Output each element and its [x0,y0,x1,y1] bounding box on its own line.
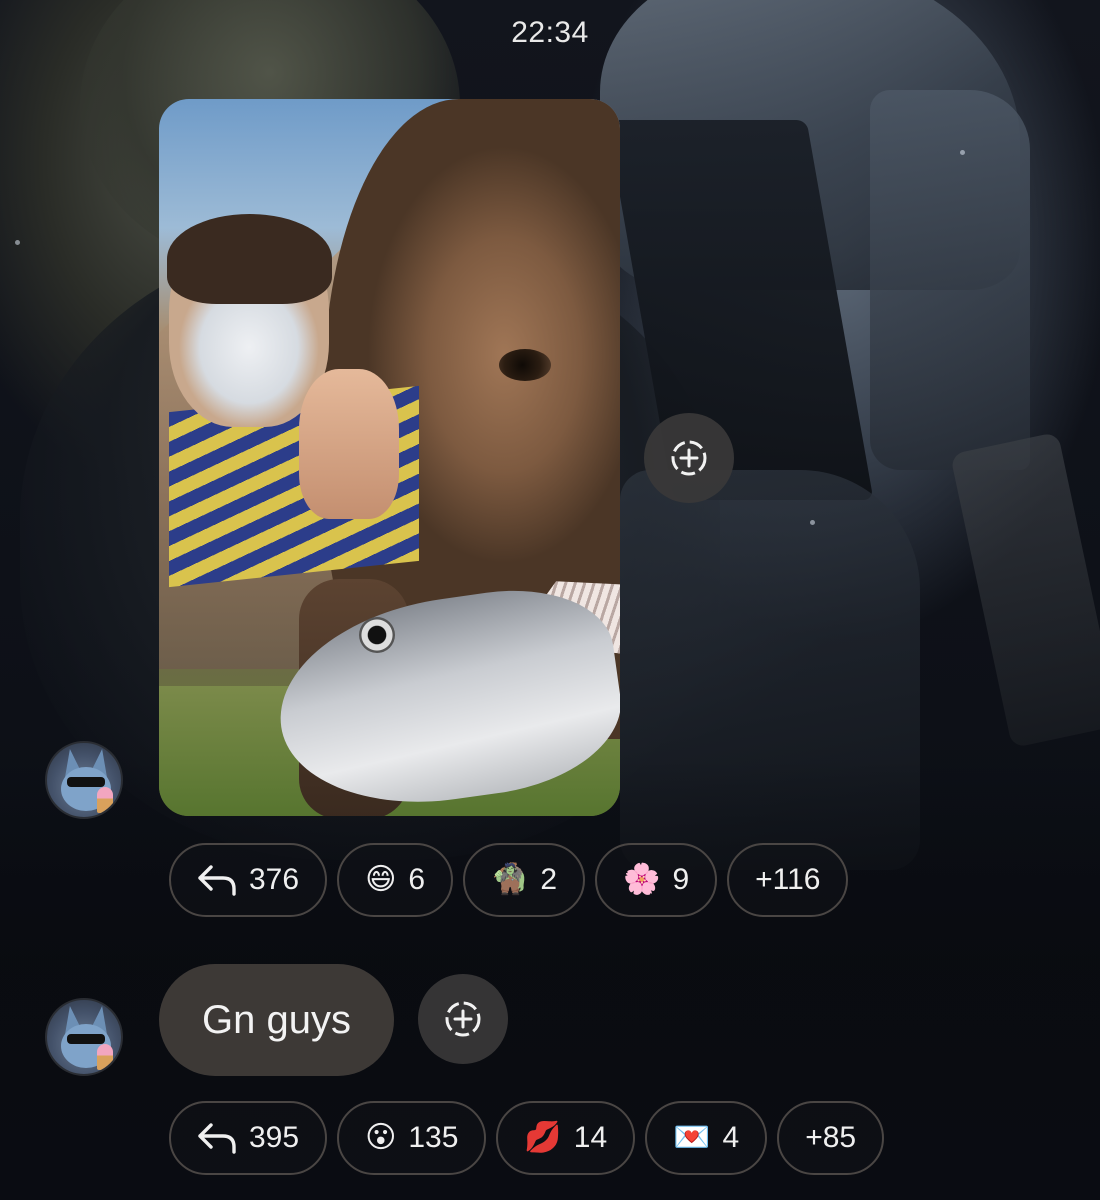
reaction-pill[interactable]: 😮 135 [337,1101,487,1175]
message-text: Gn guys [202,997,351,1042]
wallpaper-helmet-side [870,90,1030,470]
reply-count-pill[interactable]: 395 [169,1101,328,1175]
wallpaper-speck [960,150,965,155]
kiss-mark-emoji: 💋 [524,1121,562,1154]
message-timestamp: 22:34 [511,16,589,49]
avatar-ice-cream [97,1044,113,1070]
reaction-pill[interactable]: 💌 4 [645,1101,768,1175]
photo-monkey-eye [499,349,551,381]
more-reactions-count: +85 [805,1121,857,1154]
reply-arrow-icon [198,1123,236,1154]
reply-count-pill[interactable]: 376 [169,843,328,917]
wallpaper-blaster [950,431,1100,749]
text-message-bubble[interactable]: Gn guys [159,964,394,1076]
photo-thumbs-up [299,369,399,519]
photo-fish-eye [359,617,395,653]
reply-arrow-icon [198,865,236,896]
reaction-bar: 376 😄 6 🧌 2 🌸 9 +116 [169,843,849,917]
avatar-ice-cream [97,787,113,813]
add-reaction-button[interactable] [644,413,734,503]
wallpaper-speck [810,520,815,525]
grinning-face-emoji: 😄 [365,863,397,896]
surprised-face-emoji: 😮 [365,1121,397,1154]
photo-message[interactable] [159,99,620,816]
add-reaction-icon [445,1001,481,1037]
avatar-sunglasses [67,777,105,787]
sender-avatar[interactable] [45,998,123,1076]
reaction-pill[interactable]: 🌸 9 [595,843,718,917]
reply-count: 395 [249,1121,300,1154]
add-reaction-icon [671,440,707,476]
avatar-sunglasses [67,1034,105,1044]
reaction-count: 9 [672,863,690,896]
photo-hair [167,214,332,304]
reaction-count: 6 [408,863,426,896]
reaction-count: 14 [573,1121,608,1154]
add-reaction-button[interactable] [418,974,508,1064]
wallpaper-speck [15,240,20,245]
reaction-count: 2 [540,863,558,896]
sender-avatar[interactable] [45,741,123,819]
reaction-count: 4 [722,1121,740,1154]
cherry-blossom-emoji: 🌸 [623,863,661,896]
reaction-pill[interactable]: 😄 6 [337,843,454,917]
love-letter-emoji: 💌 [673,1121,711,1154]
more-reactions-count: +116 [755,863,821,896]
more-reactions-pill[interactable]: +85 [777,1101,885,1175]
reaction-bar: 395 😮 135 💋 14 💌 4 +85 [169,1101,885,1175]
reply-count: 376 [249,863,300,896]
reaction-pill[interactable]: 🧌 2 [463,843,586,917]
more-reactions-pill[interactable]: +116 [727,843,849,917]
reaction-count: 135 [408,1121,459,1154]
ogre-sticker-emoji: 🧌 [491,863,529,896]
reaction-pill[interactable]: 💋 14 [496,1101,636,1175]
